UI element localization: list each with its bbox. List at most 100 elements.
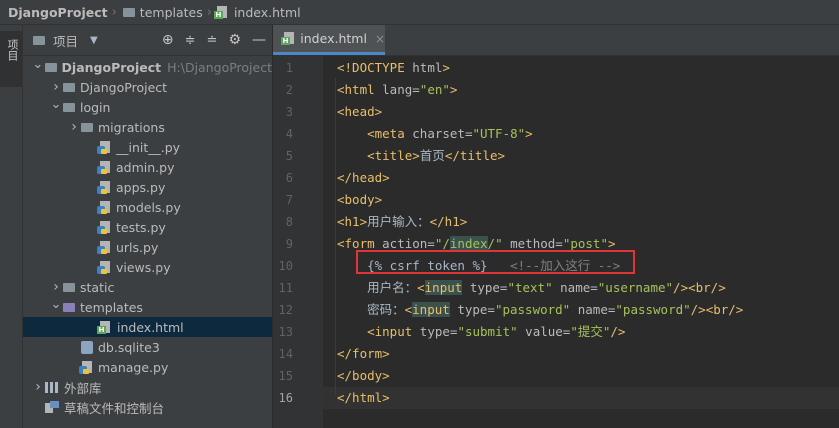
chevron-down-icon[interactable]: ⌄ (31, 57, 45, 72)
html-file-icon: H (97, 320, 112, 334)
breadcrumb-folder[interactable]: templates (140, 5, 203, 20)
chevron-down-icon[interactable]: ⌄ (49, 297, 63, 312)
python-file-icon (97, 260, 111, 274)
line-number: 6 (285, 171, 293, 185)
tree-item[interactable]: __init__.py (23, 137, 272, 157)
tab-label: index.html (300, 31, 367, 46)
hide-panel-icon[interactable]: — (252, 32, 266, 48)
python-file-icon (97, 240, 111, 254)
project-tool-tab[interactable]: 项目 (0, 31, 22, 87)
html-file-icon: H (281, 32, 294, 45)
tree-item-label: DjangoProject (80, 79, 168, 95)
code-line: <title>首页</title> (367, 148, 506, 163)
code-line: <!DOCTYPE html> (337, 60, 450, 75)
code-line: 用户名：<input type="text" name="username"/>… (337, 280, 726, 295)
line-number: 15 (278, 369, 293, 383)
python-file-icon (97, 200, 111, 214)
chevron-down-icon[interactable]: ▼ (90, 35, 98, 46)
tab-index-html[interactable]: H index.html × (273, 25, 385, 55)
tree-item[interactable]: views.py (23, 257, 272, 277)
expand-all-icon[interactable]: ≑ (185, 33, 196, 48)
tree-item-label: migrations (98, 119, 165, 135)
tree-item-label: urls.py (116, 239, 159, 255)
chevron-down-icon[interactable]: ⌄ (49, 97, 63, 112)
breadcrumb-project[interactable]: DjangoProject (8, 5, 108, 20)
tree-item[interactable]: db.sqlite3 (23, 337, 272, 357)
tree-item[interactable]: manage.py (23, 357, 272, 377)
breadcrumb-separator-icon: › (111, 4, 117, 20)
locate-file-icon[interactable]: ⊕ (162, 32, 174, 48)
line-number: 13 (278, 325, 293, 339)
breadcrumb-file[interactable]: index.html (234, 5, 301, 20)
gear-icon[interactable]: ⚙ (228, 32, 241, 48)
tree-item[interactable]: admin.py (23, 157, 272, 177)
code-line: 密码：<input type="password" name="password… (337, 302, 744, 317)
tree-item[interactable]: 草稿文件和控制台 (23, 397, 272, 417)
folder-icon (63, 102, 75, 112)
tree-item-label: 外部库 (64, 380, 102, 396)
folder-icon (63, 302, 75, 312)
database-file-icon (81, 340, 93, 354)
code-line: </form> (337, 346, 390, 361)
navigation-bar: DjangoProject › templates › H index.html (0, 0, 839, 25)
tree-item[interactable]: models.py (23, 197, 272, 217)
tree-item-label: index.html (117, 319, 184, 335)
chevron-right-icon[interactable]: › (67, 119, 81, 135)
line-number: 16 (278, 391, 293, 405)
line-number: 8 (285, 215, 293, 229)
tree-item[interactable]: apps.py (23, 177, 272, 197)
tree-item-label: views.py (116, 259, 171, 275)
project-view-title[interactable]: 项目 (53, 31, 78, 50)
folder-icon (63, 282, 75, 292)
line-number: 7 (285, 193, 293, 207)
scratch-file-icon (45, 401, 59, 413)
tree-item-label: templates (80, 299, 143, 315)
python-file-icon (97, 180, 111, 194)
breadcrumb: DjangoProject › templates › H index.html (0, 5, 301, 20)
project-view-icon (33, 35, 45, 45)
tree-item[interactable]: urls.py (23, 237, 272, 257)
html-file-icon: H (213, 5, 229, 19)
tree-item[interactable]: ⌄ templates (23, 297, 272, 317)
library-icon (45, 381, 59, 393)
tree-item[interactable]: ⌄ login (23, 97, 272, 117)
chevron-right-icon[interactable]: › (49, 279, 63, 295)
code-line: <html lang="en"> (337, 82, 458, 97)
python-file-icon (97, 140, 111, 154)
line-number-gutter: 1 2 3 4 5 6 7 8 9 10 11 12 13 14 15 16 (273, 56, 323, 428)
chevron-right-icon[interactable]: › (31, 379, 45, 395)
breadcrumb-separator-icon: › (206, 4, 212, 20)
editor-tab-bar: H index.html × (273, 25, 839, 56)
tree-item[interactable]: Hindex.html (23, 317, 272, 337)
tree-item[interactable]: › static (23, 277, 272, 297)
line-number: 4 (285, 127, 293, 141)
chevron-right-icon[interactable]: › (49, 79, 63, 95)
tree-item[interactable]: › 外部库 (23, 377, 272, 397)
code-editor[interactable]: <!DOCTYPE html> <html lang="en"> <head> <m… (323, 56, 839, 428)
python-file-icon (97, 220, 111, 234)
line-number: 11 (278, 281, 293, 295)
tree-item-label: manage.py (98, 359, 169, 375)
collapse-all-icon[interactable]: ≐ (207, 33, 218, 48)
tree-item-label: 草稿文件和控制台 (64, 400, 165, 416)
tree-item-label: tests.py (116, 219, 166, 235)
tool-window-strip: 项目 (0, 25, 23, 428)
tree-item-label: __init__.py (116, 139, 181, 155)
line-number: 10 (278, 259, 293, 273)
tree-item[interactable]: tests.py (23, 217, 272, 237)
code-line: </head> (337, 170, 390, 185)
close-icon[interactable]: × (375, 32, 385, 46)
code-line: <body> (337, 192, 383, 207)
code-line: <meta charset="UTF-8"> (367, 126, 533, 141)
line-number: 14 (278, 347, 293, 361)
code-line: <h1>用户输入：</h1> (337, 214, 468, 229)
tree-item-label: admin.py (116, 159, 175, 175)
highlight-annotation-box (356, 250, 635, 274)
indent-guide (335, 78, 336, 396)
line-number: 12 (278, 303, 293, 317)
python-file-icon (79, 360, 93, 374)
folder-icon (122, 7, 135, 17)
tree-item[interactable]: › DjangoProject (23, 77, 272, 97)
tree-item[interactable]: ⌄ DjangoProject H:\DjangoProject (23, 57, 272, 77)
tree-item[interactable]: › migrations (23, 117, 272, 137)
